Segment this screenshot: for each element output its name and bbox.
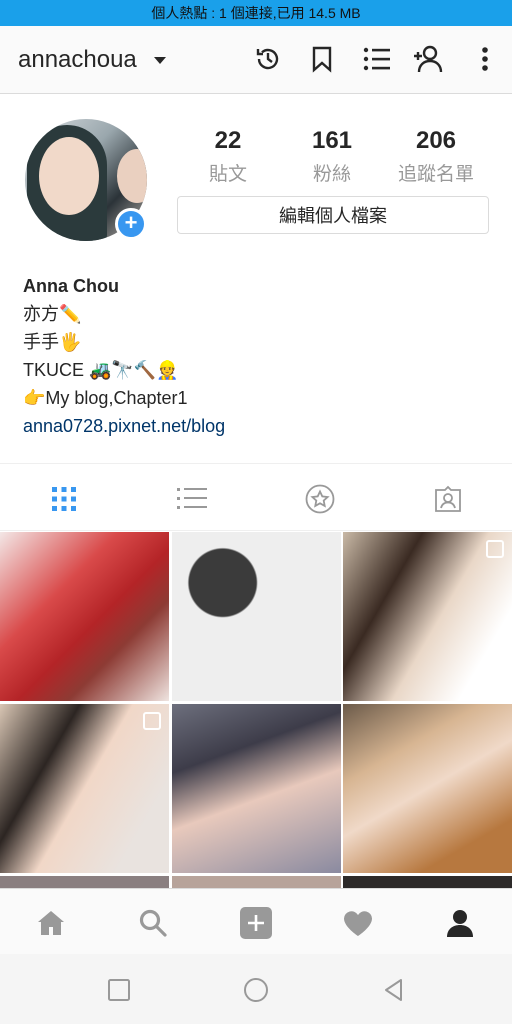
photo-thumbnail[interactable] <box>0 704 169 873</box>
grid-icon[interactable] <box>49 484 79 514</box>
recent-apps-icon[interactable] <box>106 977 132 1003</box>
add-story-icon[interactable]: + <box>115 208 147 240</box>
bookmark-icon[interactable] <box>306 43 338 75</box>
home-circle-icon[interactable] <box>243 977 269 1003</box>
heart-icon[interactable] <box>341 906 375 940</box>
status-bar: 個人熱點 : 1 個連接,已用 14.5 MB <box>0 0 512 26</box>
chevron-down-icon[interactable] <box>154 57 166 64</box>
bio-line: TKUCE 🚜🔭🔨👷 <box>23 360 179 380</box>
stat-followers[interactable]: 161 粉絲 <box>282 127 382 186</box>
add-person-icon[interactable] <box>412 43 444 75</box>
search-icon[interactable] <box>136 906 170 940</box>
photo-thumbnail[interactable] <box>343 876 512 888</box>
bio-line: 手手🖐 <box>23 332 82 352</box>
status-text: 個人熱點 : 1 個連接,已用 14.5 MB <box>151 5 361 21</box>
system-nav-bar <box>0 954 512 1024</box>
stat-following[interactable]: 206 追蹤名單 <box>386 127 486 186</box>
photo-thumbnail[interactable] <box>0 876 169 888</box>
list-icon[interactable] <box>361 43 393 75</box>
profile-icon[interactable] <box>443 906 477 940</box>
stat-posts-label: 貼文 <box>208 164 247 185</box>
more-icon[interactable] <box>469 43 501 75</box>
bio-link[interactable]: anna0728.pixnet.net/blog <box>23 412 225 440</box>
stat-posts[interactable]: 22 貼文 <box>178 127 278 186</box>
home-icon[interactable] <box>34 906 68 940</box>
edit-profile-button[interactable]: 編輯個人檔案 <box>177 196 489 234</box>
profile-tabs <box>0 463 512 531</box>
username-switcher[interactable]: annachoua <box>18 46 137 74</box>
stat-following-value: 206 <box>415 127 457 154</box>
bio: Anna Chou 亦方✏️ 手手🖐 TKUCE 🚜🔭🔨👷 👉My blog,C… <box>23 272 225 440</box>
stat-following-label: 追蹤名單 <box>397 164 474 185</box>
photo-thumbnail[interactable] <box>343 704 512 873</box>
bottom-nav <box>0 888 512 954</box>
bio-line: 👉My blog,Chapter1 <box>23 388 188 408</box>
multiple-photos-icon <box>486 540 504 558</box>
history-icon[interactable] <box>252 43 284 75</box>
photo-grid <box>0 532 512 888</box>
multiple-photos-icon <box>143 712 161 730</box>
photo-thumbnail[interactable] <box>172 876 341 888</box>
photo-thumbnail[interactable] <box>0 532 169 701</box>
stat-followers-value: 161 <box>311 127 353 154</box>
back-icon[interactable] <box>381 977 407 1003</box>
photo-thumbnail[interactable] <box>343 532 512 701</box>
tagged-icon[interactable] <box>433 484 463 514</box>
add-post-icon[interactable] <box>239 906 273 940</box>
photo-thumbnail[interactable] <box>172 532 341 701</box>
star-icon[interactable] <box>305 484 335 514</box>
photo-thumbnail[interactable] <box>172 704 341 873</box>
bio-line: 亦方✏️ <box>23 304 82 324</box>
stat-followers-label: 粉絲 <box>312 164 351 185</box>
top-bar: annachoua <box>0 26 512 94</box>
list-view-icon[interactable] <box>177 484 207 514</box>
stat-posts-value: 22 <box>214 127 242 154</box>
display-name: Anna Chou <box>23 276 119 296</box>
